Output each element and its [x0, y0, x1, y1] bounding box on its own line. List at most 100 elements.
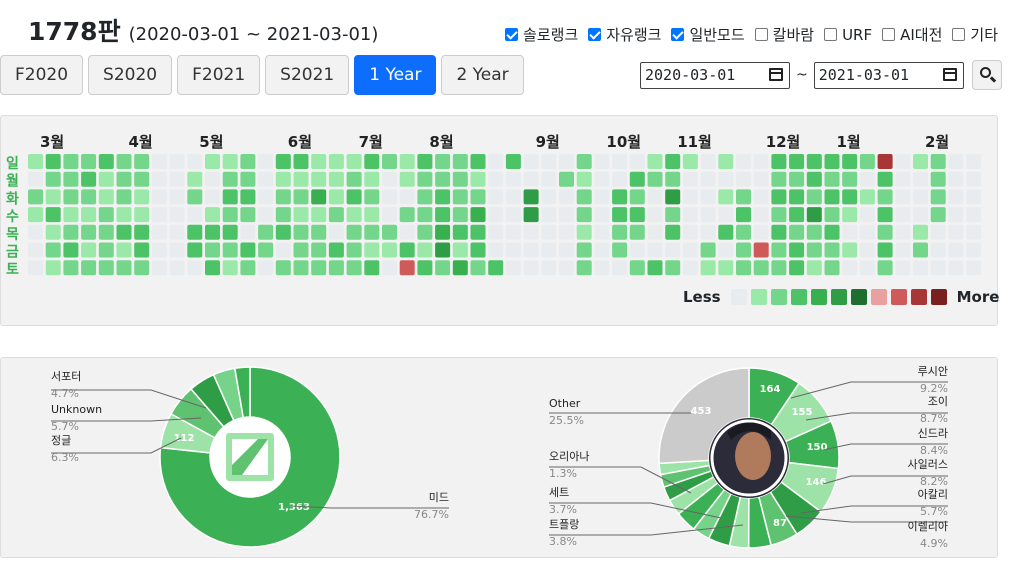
heatmap-cell — [895, 260, 911, 276]
heatmap-cell — [364, 171, 380, 187]
heatmap-cell — [240, 207, 256, 223]
heatmap-cell — [187, 207, 203, 223]
season-button[interactable]: S2020 — [88, 55, 173, 95]
heatmap-cell — [275, 207, 291, 223]
heatmap-cell — [665, 242, 681, 258]
heatmap-cell — [28, 242, 43, 258]
checkbox-icon[interactable] — [754, 28, 768, 41]
slice-value: 146 — [806, 477, 827, 488]
heatmap-cell — [753, 242, 769, 258]
legend-swatch — [730, 289, 747, 305]
heatmap-cell — [328, 242, 344, 258]
heatmap-cell — [948, 242, 964, 258]
heatmap-cell — [222, 189, 238, 205]
heatmap-cell — [877, 207, 893, 223]
slice-label: 오리아나 — [549, 450, 589, 463]
season-button[interactable]: F2020 — [0, 55, 84, 95]
heatmap-cell — [789, 189, 805, 205]
heatmap-cell — [594, 189, 610, 205]
heatmap-cell — [559, 171, 574, 187]
season-button[interactable]: S2021 — [265, 55, 350, 95]
calendar-icon[interactable] — [769, 67, 783, 81]
slice-percent: 8.2% — [920, 475, 948, 488]
heatmap-cell — [205, 242, 220, 258]
heatmap-cell — [966, 171, 982, 187]
checkbox-icon[interactable] — [824, 28, 838, 41]
heatmap-cell — [151, 207, 167, 223]
season-button[interactable]: 2 Year — [441, 55, 524, 95]
heatmap-cell — [682, 242, 698, 258]
mode-flex[interactable]: 자유랭크 — [588, 24, 661, 45]
heatmap-cell — [612, 260, 628, 276]
heatmap-cell — [98, 154, 114, 169]
heatmap-cell — [541, 171, 557, 187]
heatmap-cell — [948, 224, 964, 240]
heatmap-cell — [435, 154, 451, 169]
slice-value: 112 — [174, 433, 195, 444]
slice-label: 트플랑 — [549, 518, 579, 531]
slice-percent: 4.9% — [920, 537, 948, 550]
heatmap-cell — [647, 260, 663, 276]
mode-etc[interactable]: 기타 — [952, 24, 998, 45]
heatmap-cell — [488, 189, 504, 205]
heatmap-cell — [98, 171, 114, 187]
heatmap-cell — [98, 260, 114, 276]
heatmap-cell — [576, 207, 592, 223]
heatmap-cell — [452, 154, 468, 169]
chart-panel: 1,363 112 서포터 4.7% Unknown 5.7% 정글 6.3% 미드 76.7% … — [0, 357, 998, 558]
legend-swatch — [910, 289, 927, 305]
heatmap-cell — [806, 154, 822, 169]
heatmap-cell — [523, 224, 539, 240]
heatmap-cell — [205, 260, 220, 276]
heatmap-cell — [594, 171, 610, 187]
heatmap-cell — [523, 207, 539, 223]
heatmap-cell — [151, 171, 167, 187]
search-button[interactable] — [971, 60, 1002, 90]
mode-urf[interactable]: URF — [824, 24, 872, 45]
mode-label: URF — [842, 25, 873, 44]
checkbox-icon[interactable] — [952, 28, 966, 41]
mode-filter: 솔로랭크 자유랭크 일반모드 칼바람 URF AI대전 기타 — [505, 24, 998, 45]
heatmap-cell — [700, 224, 716, 240]
slice-label: 사일러스 — [908, 457, 948, 471]
slice-percent: 9.2% — [920, 382, 948, 395]
heatmap-cell — [275, 189, 291, 205]
legend-swatch — [770, 289, 787, 305]
heatmap-cell — [28, 189, 43, 205]
heatmap-cell — [134, 207, 150, 223]
heatmap-cell — [559, 207, 574, 223]
heatmap-legend: Less More — [677, 288, 999, 306]
heatmap-cell — [806, 189, 822, 205]
checkbox-icon[interactable] — [588, 28, 602, 41]
checkbox-icon[interactable] — [671, 28, 685, 41]
season-button[interactable]: F2021 — [177, 55, 261, 95]
heatmap-cell — [452, 242, 468, 258]
heatmap-cell — [629, 224, 645, 240]
heatmap-cell — [505, 260, 521, 276]
mode-aram[interactable]: 칼바람 — [754, 24, 814, 45]
slice-label: 정글 — [51, 434, 71, 447]
heatmap-cell — [346, 242, 362, 258]
heatmap-cell — [435, 260, 451, 276]
season-button[interactable]: 1 Year — [354, 55, 437, 95]
champion-portrait — [735, 432, 771, 480]
calendar-icon[interactable] — [942, 67, 957, 81]
mode-normal[interactable]: 일반모드 — [671, 24, 745, 45]
date-to-input[interactable]: 2021-03-01 — [813, 61, 964, 89]
mode-ai[interactable]: AI대전 — [882, 24, 942, 45]
date-from-input[interactable]: 2020-03-01 — [640, 61, 790, 89]
heatmap-cell — [930, 189, 946, 205]
mode-solo[interactable]: 솔로랭크 — [505, 24, 578, 45]
heatmap-cell — [187, 260, 203, 276]
heatmap-cell — [877, 260, 893, 276]
heatmap-cell — [63, 171, 79, 187]
heatmap-cell — [275, 260, 291, 276]
checkbox-icon[interactable] — [505, 28, 519, 41]
heatmap-cell — [382, 171, 397, 187]
heatmap-cell — [258, 171, 274, 187]
heatmap-cell — [240, 171, 256, 187]
heatmap-cell — [45, 189, 61, 205]
month-label: 1월 — [837, 133, 861, 151]
heatmap-cell — [541, 242, 557, 258]
checkbox-icon[interactable] — [882, 28, 896, 41]
